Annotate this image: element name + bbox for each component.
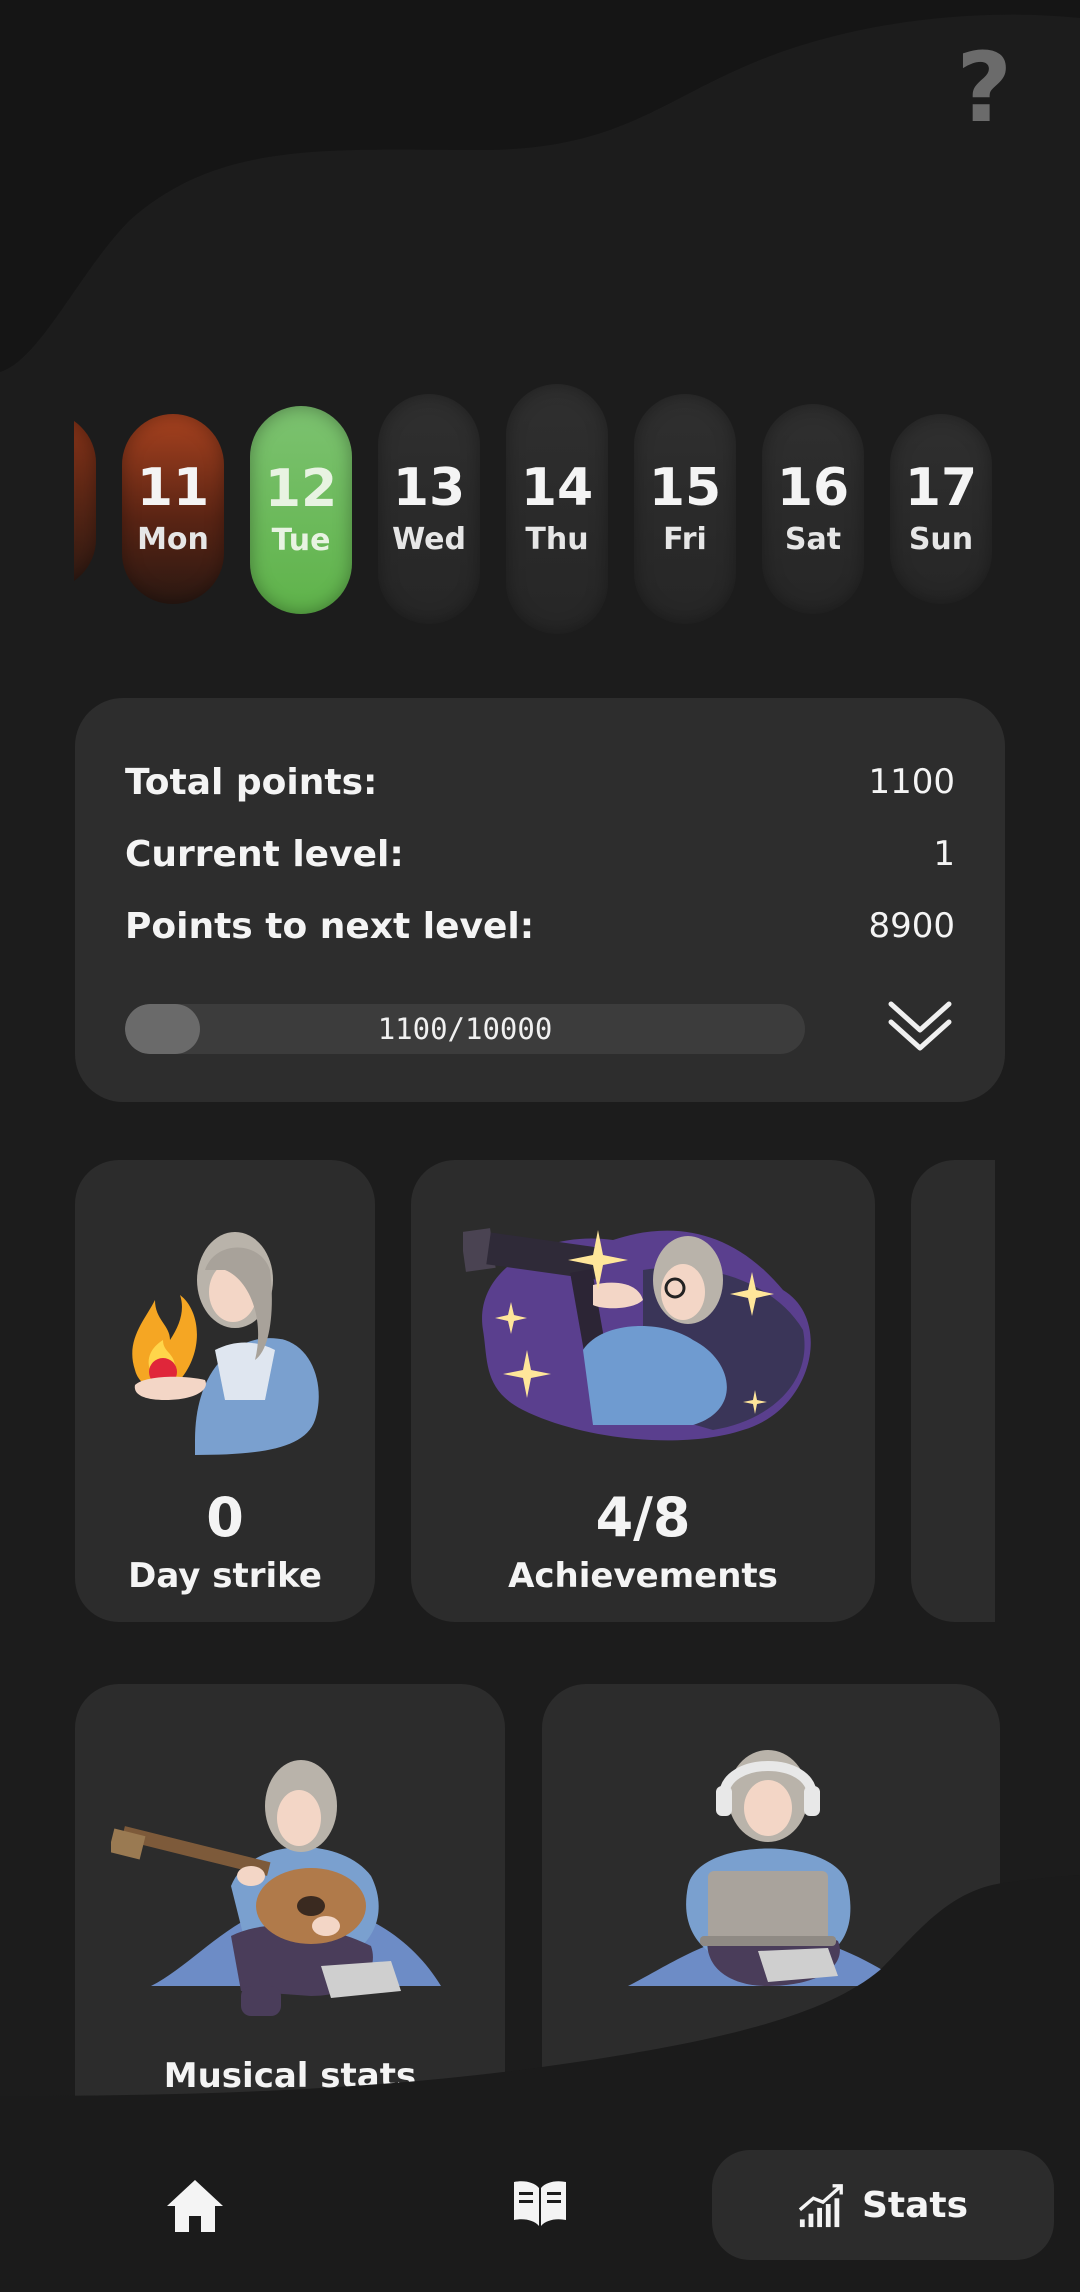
bottom-navigation: Stats	[0, 2098, 1080, 2292]
book-icon[interactable]	[512, 2178, 568, 2228]
day-16-sat[interactable]: 16 Sat	[762, 404, 864, 614]
day-number: 16	[776, 458, 850, 519]
help-question-icon[interactable]: ?	[956, 40, 1012, 136]
day-name: Mon	[137, 521, 209, 557]
day-12-tue[interactable]: 12 Tue	[250, 406, 352, 614]
day-number: 12	[264, 459, 338, 520]
day-name: Tue	[271, 522, 331, 558]
achievements-label: Achievements	[508, 1556, 778, 1596]
day-number: 15	[648, 458, 722, 519]
day-name: Sat	[784, 521, 842, 557]
day-name: Fri	[663, 521, 707, 557]
achievements-card[interactable]: 4/8 Achievements	[411, 1160, 875, 1622]
streak-label: Day strike	[128, 1556, 322, 1596]
nav-stats-label: Stats	[861, 2184, 969, 2226]
current-level-label: Current level:	[125, 834, 404, 875]
achievements-value: 4/8	[595, 1486, 691, 1549]
day-previous[interactable]	[74, 412, 96, 590]
day-17-sun[interactable]: 17 Sun	[890, 414, 992, 604]
next-stat-card-partial[interactable]	[911, 1160, 995, 1622]
person-with-telescope-illustration	[463, 1228, 811, 1441]
top-wave-decoration	[0, 0, 1080, 372]
day-number: 13	[392, 458, 466, 519]
level-progress-bar: 1100/10000	[125, 1004, 805, 1054]
day-15-fri[interactable]: 15 Fri	[634, 394, 736, 624]
total-points-label: Total points:	[125, 762, 378, 803]
day-11-mon[interactable]: 11 Mon	[122, 414, 224, 604]
total-points-row: Total points: 1100	[125, 762, 955, 803]
chevron-double-down-icon[interactable]	[885, 996, 955, 1056]
week-day-selector: 11 Mon 12 Tue 13 Wed 14 Thu 15 Fri 16 Sa…	[74, 380, 994, 650]
day-name: Wed	[392, 521, 466, 557]
day-streak-card[interactable]: 0 Day strike	[75, 1160, 375, 1622]
day-13-wed[interactable]: 13 Wed	[378, 394, 480, 624]
current-level-value: 1	[933, 834, 955, 874]
next-level-row: Points to next level: 8900	[125, 906, 955, 947]
points-summary-card: Total points: 1100 Current level: 1 Poin…	[75, 698, 1005, 1102]
day-name: Thu	[525, 521, 589, 557]
bottom-wave-decoration	[0, 1875, 1080, 2100]
points-to-next-level-value: 8900	[868, 906, 955, 946]
current-level-row: Current level: 1	[125, 834, 955, 875]
day-14-thu[interactable]: 14 Thu	[506, 384, 608, 634]
day-number: 14	[520, 458, 594, 519]
total-points-value: 1100	[868, 762, 955, 802]
streak-value: 0	[206, 1486, 244, 1549]
day-number: 11	[136, 458, 210, 519]
day-name: Sun	[908, 521, 974, 557]
stats-chart-icon	[798, 2184, 843, 2228]
points-to-next-level-label: Points to next level:	[125, 906, 535, 947]
progress-text: 1100/10000	[377, 1012, 553, 1046]
day-number: 17	[904, 458, 978, 519]
person-holding-fire-illustration	[132, 1232, 319, 1455]
home-icon[interactable]	[165, 2178, 225, 2234]
nav-stats-tab[interactable]: Stats	[712, 2150, 1054, 2260]
